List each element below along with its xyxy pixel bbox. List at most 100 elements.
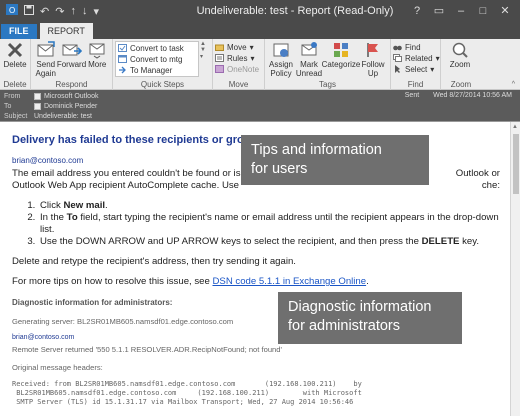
svg-text:O: O <box>9 6 15 15</box>
send-again-label: Send Again <box>35 60 56 78</box>
related-button[interactable]: Related ▾ <box>393 53 440 63</box>
dsn-code-link[interactable]: DSN code 5.1.1 in Exchange Online <box>213 276 367 287</box>
from-value[interactable]: Microsoft Outlook <box>44 93 98 100</box>
related-icon <box>393 54 402 62</box>
assign-policy-label: Assign Policy <box>268 60 293 78</box>
mark-unread-label: Mark Unread <box>295 60 323 78</box>
quick-steps-group-label: Quick Steps <box>140 80 185 89</box>
tips-text: . <box>366 276 369 287</box>
remote-server-response: Remote Server returned '550 5.1.1 RESOLV… <box>12 345 282 354</box>
ribbon-tabs: FILE REPORT <box>0 22 520 39</box>
up-arrow-icon[interactable]: ↑ <box>70 5 76 17</box>
ribbon: Delete Delete Send Again Forward More Re… <box>0 39 520 90</box>
tab-file[interactable]: FILE <box>1 24 37 39</box>
from-checkbox[interactable] <box>34 92 41 100</box>
tab-report[interactable]: REPORT <box>39 23 93 39</box>
onenote-label: OneNote <box>227 64 260 74</box>
to-value[interactable]: Dominick Pender <box>44 103 97 110</box>
message-header: From Microsoft Outlook To Dominick Pende… <box>0 90 520 121</box>
vertical-scrollbar[interactable]: ▲ <box>510 122 520 416</box>
step-bold: DELETE <box>421 236 460 247</box>
maximize-icon[interactable]: □ <box>476 4 490 18</box>
rules-button[interactable]: Rules ▾ <box>215 53 259 63</box>
scroll-up-icon[interactable]: ▲ <box>512 124 518 130</box>
follow-up-label: Follow Up <box>361 60 385 78</box>
move-button[interactable]: Move ▾ <box>215 42 259 52</box>
zoom-group: Zoom Zoom <box>441 39 481 90</box>
tips-callout-line: for users <box>251 161 308 177</box>
customize-qat-icon[interactable]: ▾ <box>93 5 99 18</box>
window-title: Undeliverable: test - Report (Read-Only) <box>196 5 394 17</box>
meeting-icon <box>118 55 127 63</box>
quick-steps-group: Convert to task Convert to mtg To Manage… <box>113 39 213 90</box>
diagnostic-callout-line: for administrators <box>288 318 401 334</box>
quick-step-convert-mtg[interactable]: Convert to mtg <box>118 54 196 64</box>
diagnostic-callout-line: Diagnostic information <box>288 299 432 315</box>
find-group: Find Related ▾ Select ▾ Find <box>391 39 441 90</box>
related-label: Related <box>405 53 433 63</box>
step-text: Use the DOWN ARROW and UP ARROW keys to … <box>40 236 422 247</box>
minimize-icon[interactable]: – <box>454 4 468 18</box>
tags-group: Assign Policy Mark Unread Categorize Fol… <box>265 39 391 90</box>
save-icon[interactable] <box>24 4 34 18</box>
policy-icon <box>271 41 291 59</box>
diagnostic-callout: Diagnostic information for administrator… <box>278 292 462 344</box>
down-arrow-icon[interactable]: ↓ <box>82 5 88 17</box>
subject-value: Undeliverable: test <box>34 112 92 120</box>
to-checkbox[interactable] <box>34 102 41 110</box>
step-text: In the <box>40 212 67 223</box>
scrollbar-thumb[interactable] <box>513 134 519 194</box>
collapse-ribbon-icon[interactable]: ^ <box>512 81 515 88</box>
original-headers-label: Original message headers: <box>12 363 103 372</box>
step-item: In the To field, start typing the recipi… <box>38 212 500 236</box>
from-label: From <box>4 92 21 100</box>
onenote-button[interactable]: OneNote <box>215 64 259 74</box>
step-text: key. <box>459 236 480 247</box>
more-icon <box>87 41 107 59</box>
expand-icon[interactable]: ▾ <box>200 53 208 60</box>
find-button[interactable]: Find <box>393 42 440 52</box>
subject-label: Subject <box>4 112 28 120</box>
flag-icon <box>363 41 383 59</box>
delete-label: Delete <box>3 60 27 69</box>
para-line-1: The email address you entered couldn't b… <box>12 168 241 179</box>
to-row: To Dominick Pender <box>4 101 97 111</box>
quick-step-convert-task[interactable]: Convert to task <box>118 43 196 53</box>
forward-icon <box>62 41 82 59</box>
para-line-2-end: che: <box>481 180 500 191</box>
step-item: Use the DOWN ARROW and UP ARROW keys to … <box>38 236 500 248</box>
quick-step-label: Convert to mtg <box>130 54 183 64</box>
select-arrow-icon <box>393 65 402 73</box>
step-item: Click New mail. <box>38 200 500 212</box>
step-text: . <box>105 200 108 211</box>
redo-icon[interactable]: ↷ <box>55 5 64 18</box>
select-button[interactable]: Select ▾ <box>393 64 440 74</box>
close-icon[interactable]: ✕ <box>498 4 512 18</box>
move-group: Move ▾ Rules ▾ OneNote Move <box>213 39 265 90</box>
folder-move-icon <box>215 43 224 51</box>
categorize-icon <box>331 41 351 59</box>
title-bar: O ↶ ↷ ↑ ↓ ▾ Undeliverable: test - Report… <box>0 0 520 22</box>
forward-label: Forward <box>56 60 87 69</box>
quick-step-to-manager[interactable]: To Manager <box>118 65 196 75</box>
forward-arrow-icon <box>118 66 127 74</box>
ribbon-display-icon[interactable]: ▭ <box>432 4 446 18</box>
from-row: From Microsoft Outlook <box>4 91 98 101</box>
tips-text: For more tips on how to resolve this iss… <box>12 276 213 287</box>
step-text: field, start typing the recipient's name… <box>40 212 499 235</box>
magnifier-icon <box>450 41 470 59</box>
header-line: SMTP Server (TLS) id 15.1.31.17 via Mail… <box>12 398 354 406</box>
sent-info: Sent Wed 8/27/2014 10:56 AM <box>405 92 512 99</box>
move-group-label: Move <box>228 80 249 89</box>
delete-group-label: Delete <box>3 80 27 89</box>
respond-group-label: Respond <box>55 80 88 89</box>
find-label: Find <box>405 42 421 52</box>
dropdown-icon: ▾ <box>250 53 255 63</box>
find-group-label: Find <box>407 80 424 89</box>
undo-icon[interactable]: ↶ <box>40 5 49 18</box>
step-text: Click <box>40 200 64 211</box>
quick-steps-gallery: Convert to task Convert to mtg To Manage… <box>115 41 199 77</box>
step-bold: New mail <box>63 200 106 211</box>
help-icon[interactable]: ? <box>410 4 424 18</box>
quick-step-label: Convert to task <box>130 43 184 53</box>
